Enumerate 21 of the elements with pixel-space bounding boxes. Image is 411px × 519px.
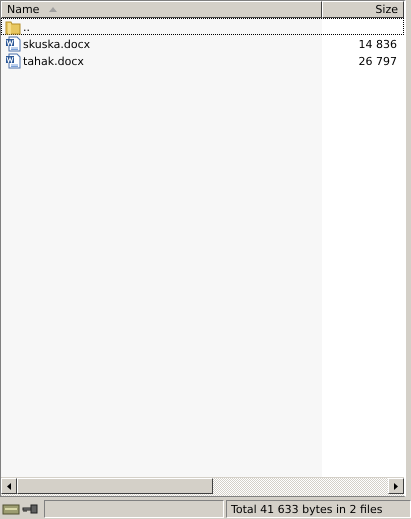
column-header[interactable]: Size <box>322 1 404 18</box>
file-row[interactable]: tahak.docx 26 797 <box>1 52 404 69</box>
file-size: 26 797 <box>358 54 397 68</box>
right-arrow-icon <box>394 482 398 490</box>
scroll-right-button[interactable] <box>388 478 404 494</box>
scroll-left-button[interactable] <box>1 478 17 494</box>
file-size: 14 836 <box>358 38 397 50</box>
document-icon <box>5 53 21 69</box>
file-name: .. <box>23 20 30 34</box>
scrollbar-thumb[interactable] <box>17 478 213 494</box>
file-name: skuska.docx <box>23 38 90 50</box>
file-name: tahak.docx <box>23 54 84 68</box>
file-row[interactable]: skuska.docx 14 836 <box>1 35 404 52</box>
left-arrow-icon <box>7 482 11 490</box>
document-icon <box>5 36 21 52</box>
drive-icon <box>2 503 20 515</box>
file-row[interactable]: .. <box>1 18 404 35</box>
column-header[interactable]: Name <box>1 1 322 18</box>
key-icon <box>22 504 38 514</box>
folder-icon <box>5 19 21 35</box>
status-text: Total 41 633 bytes in 2 files <box>231 502 382 516</box>
